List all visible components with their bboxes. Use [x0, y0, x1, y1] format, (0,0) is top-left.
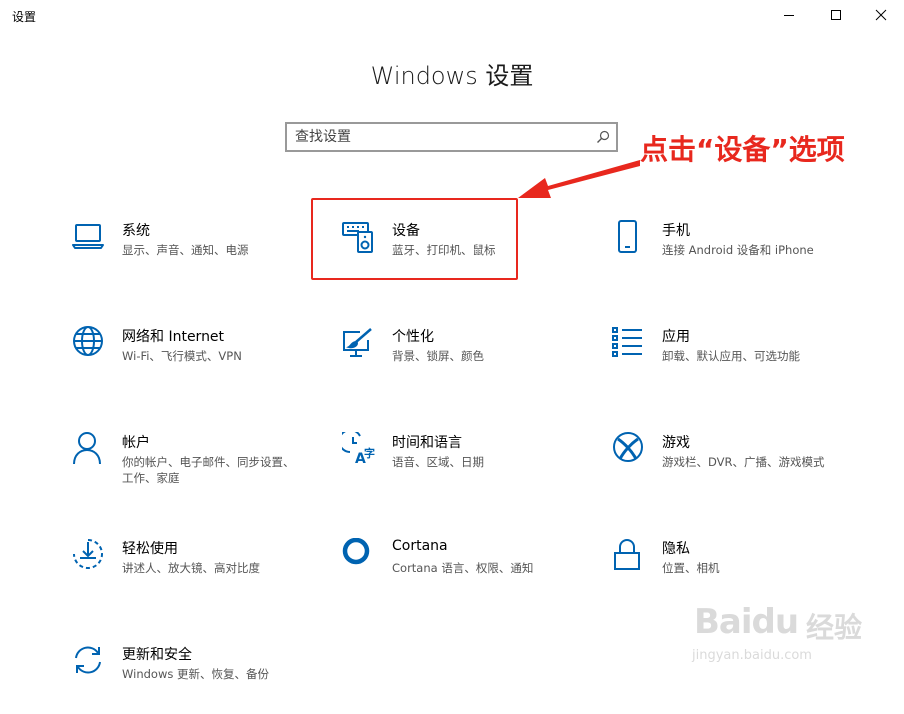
sync-arrows-icon	[72, 644, 106, 678]
tile-description: 你的帐户、电子邮件、同步设置、工作、家庭	[122, 455, 295, 485]
tile-name: 手机	[662, 223, 690, 239]
tile-name: Cortana	[392, 538, 448, 554]
tile-description: 位置、相机	[662, 561, 720, 575]
lock-icon	[612, 538, 646, 572]
settings-tile-network[interactable]: 网络和 Internet Wi-Fi、飞行模式、VPN	[72, 326, 292, 396]
tile-description: 卸载、默认应用、可选功能	[662, 349, 800, 363]
tile-description: 语音、区域、日期	[392, 455, 484, 469]
annotation-text: 点击“设备”选项	[640, 133, 845, 166]
paint-brush-icon	[342, 326, 376, 360]
search-input[interactable]	[287, 124, 585, 150]
tile-name: 隐私	[662, 541, 690, 557]
xbox-icon	[612, 432, 646, 466]
maximize-icon	[831, 10, 841, 20]
cortana-ring-icon	[342, 537, 376, 572]
ease-of-access-icon	[72, 538, 106, 572]
search-icon[interactable]	[596, 130, 610, 144]
tile-description: Cortana 语言、权限、通知	[392, 561, 534, 575]
tile-description: Windows 更新、恢复、备份	[122, 667, 269, 681]
watermark-cn: 经验	[806, 611, 863, 644]
settings-tile-personalization[interactable]: 个性化 背景、锁屏、颜色	[342, 326, 562, 396]
search-box[interactable]	[285, 122, 618, 152]
tile-name: 网络和 Internet	[122, 329, 225, 345]
tile-name: 游戏	[662, 435, 690, 451]
annotation-highlight-box	[311, 198, 518, 280]
maximize-button[interactable]	[813, 0, 859, 30]
settings-tile-apps[interactable]: 应用 卸载、默认应用、可选功能	[612, 326, 832, 396]
tile-name: 时间和语言	[392, 435, 462, 451]
close-button[interactable]	[858, 0, 904, 30]
settings-tile-accounts[interactable]: 帐户 你的帐户、电子邮件、同步设置、工作、家庭	[72, 432, 295, 502]
phone-icon	[612, 220, 646, 254]
baidu-watermark: Baidu 经验 jingyan.baidu.com	[688, 596, 898, 676]
app-title: 设置	[12, 10, 37, 24]
close-icon	[875, 9, 887, 21]
watermark-logo: Baidu	[694, 602, 799, 642]
settings-tile-update-security[interactable]: 更新和安全 Windows 更新、恢复、备份	[72, 644, 292, 714]
tile-description: 游戏栏、DVR、广播、游戏模式	[662, 455, 825, 469]
app-list-icon	[612, 326, 646, 360]
tile-name: 个性化	[392, 329, 434, 345]
settings-tile-phone[interactable]: 手机 连接 Android 设备和 iPhone	[612, 220, 832, 290]
tile-description: 连接 Android 设备和 iPhone	[662, 243, 814, 257]
laptop-icon	[72, 220, 106, 254]
tile-name: 系统	[122, 223, 150, 239]
tile-name: 轻松使用	[122, 541, 178, 557]
tile-name: 应用	[662, 329, 690, 345]
svg-text:字: 字	[364, 446, 375, 460]
tile-description: 讲述人、放大镜、高对比度	[122, 561, 260, 575]
page-title: Windows 设置	[370, 62, 534, 90]
time-language-icon: A 字	[338, 429, 376, 467]
settings-tile-system[interactable]: 系统 显示、声音、通知、电源	[72, 220, 292, 290]
settings-tile-cortana[interactable]: Cortana Cortana 语言、权限、通知	[342, 537, 562, 608]
settings-tile-ease-of-access[interactable]: 轻松使用 讲述人、放大镜、高对比度	[72, 538, 292, 608]
settings-tile-gaming[interactable]: 游戏 游戏栏、DVR、广播、游戏模式	[612, 432, 832, 502]
minimize-icon	[784, 15, 794, 16]
watermark-url: jingyan.baidu.com	[692, 648, 812, 663]
minimize-button[interactable]	[766, 0, 812, 30]
tile-name: 帐户	[122, 435, 150, 451]
tile-description: 背景、锁屏、颜色	[392, 349, 484, 363]
tile-name: 更新和安全	[122, 647, 192, 663]
globe-icon	[72, 326, 106, 360]
person-icon	[72, 432, 106, 466]
title-bar: 设置	[0, 0, 904, 30]
tile-description: 显示、声音、通知、电源	[122, 243, 249, 257]
tile-description: Wi-Fi、飞行模式、VPN	[122, 349, 242, 363]
settings-tile-time-language[interactable]: A 字 时间和语言 语音、区域、日期	[338, 429, 562, 502]
